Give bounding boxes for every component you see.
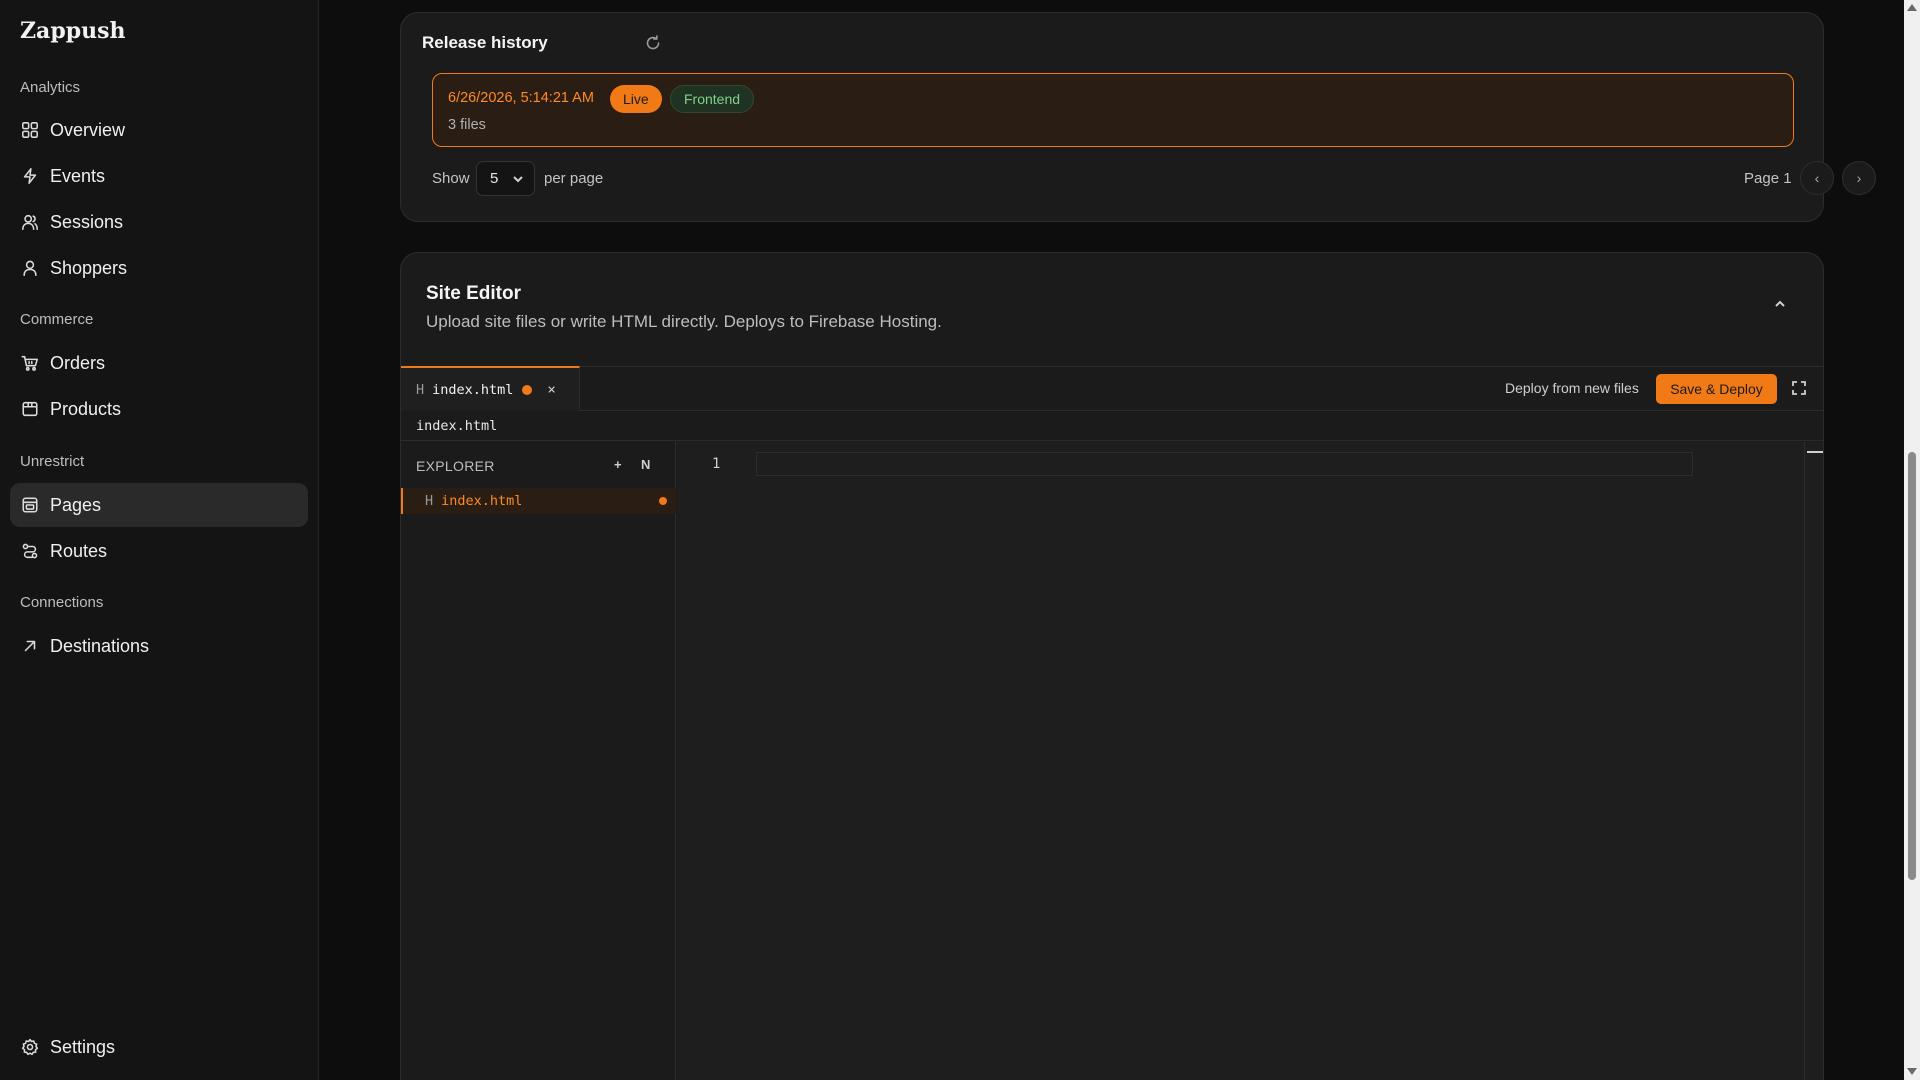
unsaved-indicator — [659, 497, 667, 505]
site-editor-title: Site Editor — [426, 283, 522, 304]
sidebar-item-routes[interactable]: Routes — [10, 529, 308, 573]
events-icon — [20, 166, 40, 186]
sidebar-item-label: Destinations — [50, 635, 150, 656]
sidebar: Zappush Analytics Overview Events Sessio… — [0, 0, 319, 1080]
sidebar-item-label: Events — [50, 165, 106, 186]
previous-page-button[interactable]: ‹ — [1800, 161, 1834, 195]
site-editor-subtitle: Upload site files or write HTML directly… — [426, 312, 942, 331]
scroll-down-arrow-icon[interactable] — [1907, 1068, 1917, 1075]
orders-icon — [20, 353, 40, 373]
sidebar-item-settings[interactable]: Settings — [10, 1025, 308, 1069]
expand-icon[interactable] — [1791, 380, 1809, 398]
save-and-deploy-button[interactable]: Save & Deploy — [1656, 374, 1777, 404]
tab-index-html[interactable]: H index.html × — [401, 366, 580, 411]
nav-section-analytics: Analytics — [20, 79, 81, 96]
explorer-title: EXPLORER — [416, 458, 495, 474]
brand-logo[interactable]: Zappush — [20, 18, 125, 44]
pagination-show-label: Show — [432, 170, 470, 187]
release-history-title: Release history — [422, 33, 548, 52]
next-page-button[interactable]: › — [1842, 161, 1876, 195]
file-path-breadcrumb: index.html — [401, 411, 1823, 441]
app-root: Zappush Analytics Overview Events Sessio… — [0, 0, 1920, 1080]
deploy-from-new-files-button[interactable]: Deploy from new files — [1505, 380, 1639, 396]
sidebar-item-products[interactable]: Products — [10, 387, 308, 431]
per-page-value: 5 — [490, 170, 499, 187]
nav-section-unrestrict: Unrestrict — [20, 453, 85, 470]
pages-icon — [20, 495, 40, 515]
line-number: 1 — [712, 456, 721, 472]
page-scrollbar[interactable] — [1904, 0, 1920, 1080]
editor-tab-bar: H index.html × Deploy from new files Sav… — [401, 366, 1823, 411]
destinations-icon — [20, 636, 40, 656]
sidebar-item-overview[interactable]: Overview — [10, 108, 308, 152]
sessions-icon — [20, 212, 40, 232]
release-date: 6/26/2026, 5:14:21 AM — [448, 90, 594, 106]
sidebar-item-label: Products — [50, 398, 122, 419]
chevron-up-icon[interactable] — [1772, 296, 1792, 316]
pagination-page-label: Page 1 — [1744, 170, 1792, 187]
settings-icon — [20, 1037, 40, 1057]
sidebar-item-sessions[interactable]: Sessions — [10, 200, 308, 244]
sidebar-item-label: Pages — [50, 494, 102, 515]
routes-icon — [20, 541, 40, 561]
per-page-select[interactable]: 5 — [476, 161, 535, 196]
sidebar-item-label: Orders — [50, 352, 106, 373]
sidebar-item-label: Sessions — [50, 211, 124, 232]
editor-minimap[interactable] — [1804, 442, 1823, 1080]
close-tab-button[interactable]: × — [547, 382, 555, 398]
file-explorer: EXPLORER + N H index.html — [401, 442, 676, 1080]
site-editor-card: Site Editor Upload site files or write H… — [400, 252, 1824, 1080]
live-badge: Live — [610, 85, 662, 113]
html-file-icon: H — [416, 381, 425, 398]
sidebar-item-label: Settings — [50, 1036, 116, 1057]
nav-section-commerce: Commerce — [20, 311, 94, 328]
frontend-badge: Frontend — [670, 85, 755, 113]
sidebar-item-destinations[interactable]: Destinations — [10, 624, 308, 668]
unsaved-indicator — [522, 384, 533, 395]
explorer-file-item[interactable]: H index.html — [401, 488, 676, 514]
refresh-icon[interactable] — [644, 34, 662, 52]
current-line-highlight[interactable] — [756, 452, 1693, 476]
sidebar-item-label: Shoppers — [50, 257, 128, 278]
sidebar-item-events[interactable]: Events — [10, 154, 308, 198]
sidebar-item-label: Overview — [50, 119, 126, 140]
scroll-up-arrow-icon[interactable] — [1907, 4, 1917, 11]
html-file-icon: H — [425, 493, 434, 509]
main-content: Release history 6/26/2026, 5:14:21 AM Li… — [320, 0, 1900, 1080]
release-history-card: Release history 6/26/2026, 5:14:21 AM Li… — [400, 12, 1876, 222]
products-icon — [20, 399, 40, 419]
chevron-down-icon — [511, 172, 525, 190]
sidebar-item-orders[interactable]: Orders — [10, 341, 308, 385]
explorer-file-label: index.html — [441, 493, 523, 509]
add-file-button[interactable]: + — [614, 457, 622, 472]
minimap-viewport — [1807, 451, 1823, 453]
release-file-count: 3 files — [448, 117, 486, 133]
scrollbar-thumb[interactable] — [1908, 452, 1916, 880]
tab-label: index.html — [432, 381, 514, 398]
sidebar-item-shoppers[interactable]: Shoppers — [10, 246, 308, 290]
nav-section-connections: Connections — [20, 594, 104, 611]
code-editor[interactable]: 1 — [677, 442, 1823, 1080]
shoppers-icon — [20, 258, 40, 278]
release-item[interactable]: 6/26/2026, 5:14:21 AM Live Frontend 3 fi… — [432, 73, 1794, 147]
pagination-per-page-label: per page — [544, 170, 604, 187]
sidebar-item-pages[interactable]: Pages — [10, 483, 308, 527]
overview-icon — [20, 120, 40, 140]
new-file-button[interactable]: N — [641, 457, 650, 472]
sidebar-item-label: Routes — [50, 540, 108, 561]
